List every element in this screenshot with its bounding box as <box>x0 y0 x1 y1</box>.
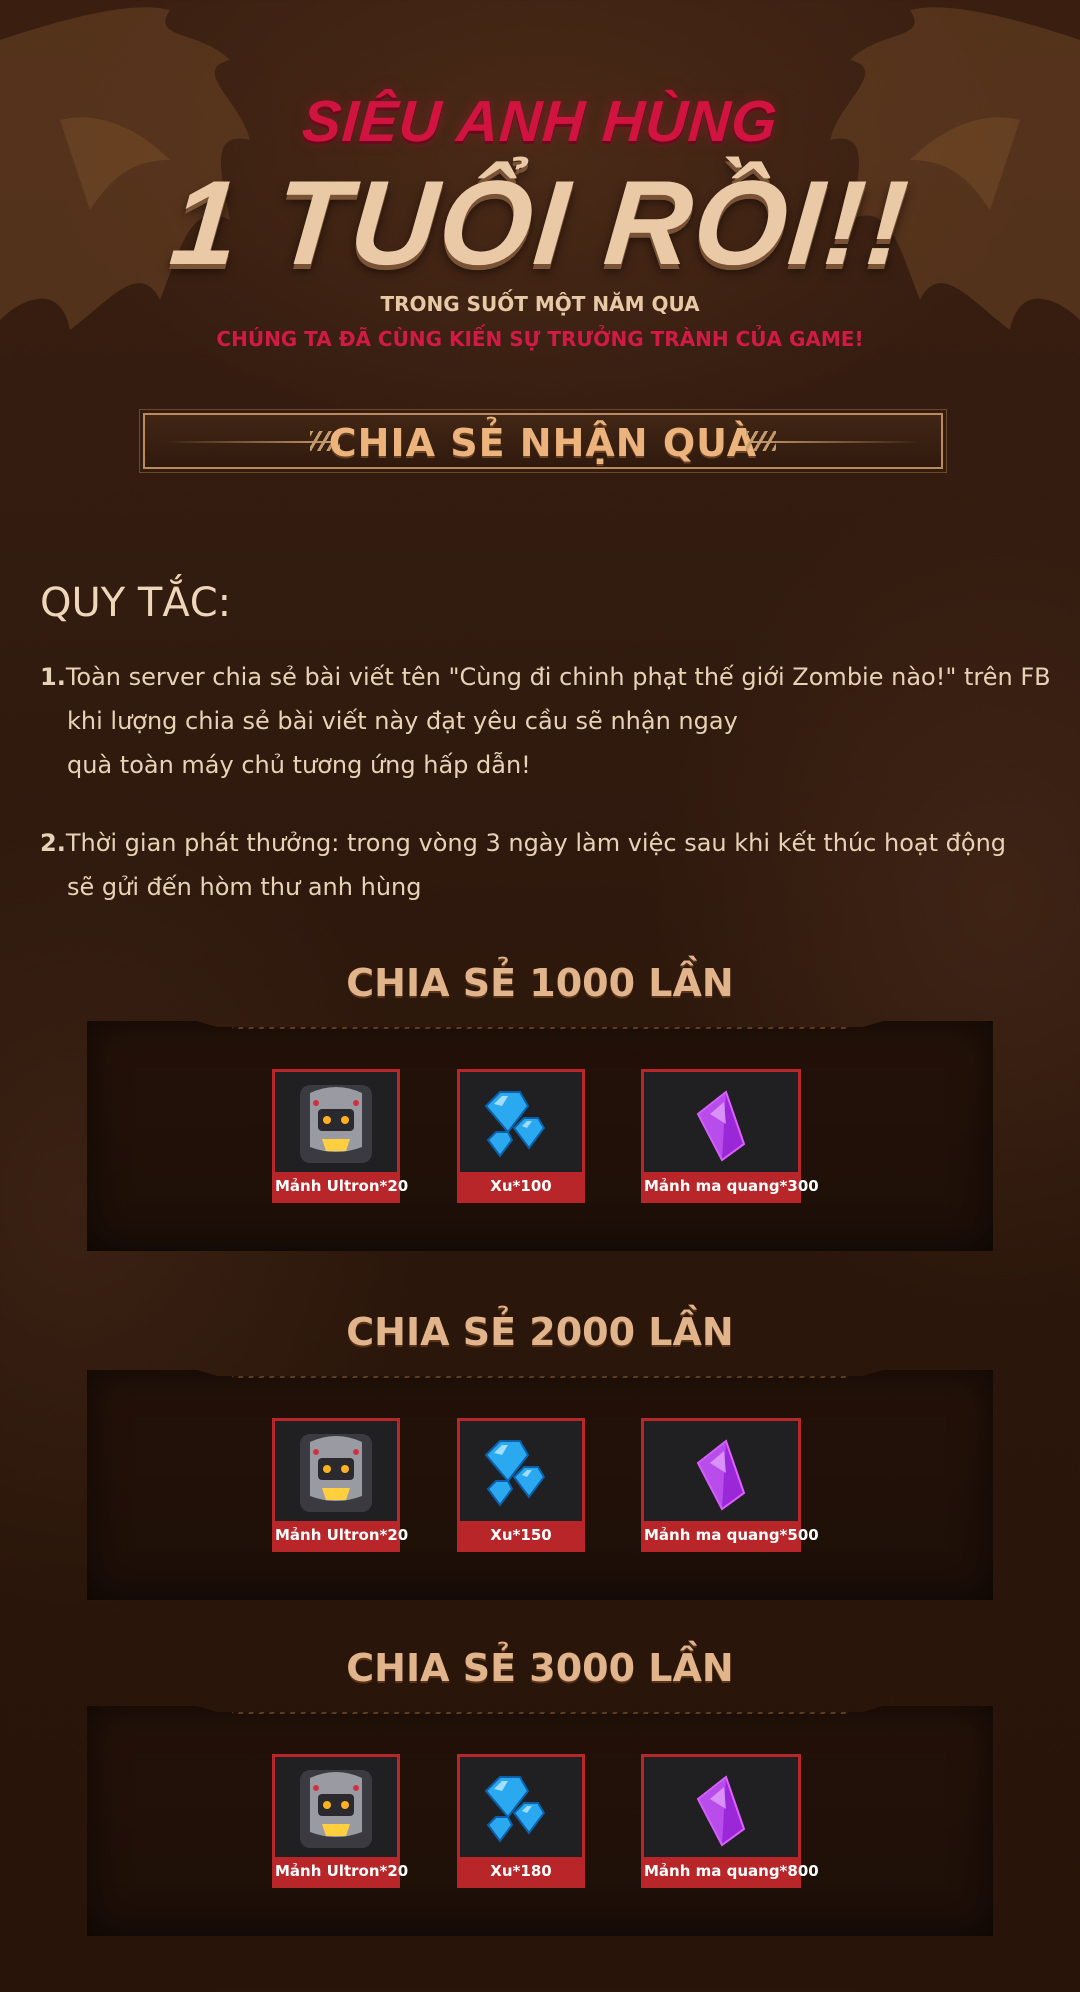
reward-item[interactable]: Mảnh Ultron*20 <box>272 1754 408 1888</box>
reward-panel: Mảnh Ultron*20 Xu*150 Mảnh ma quang*500 <box>87 1370 993 1600</box>
reward-item[interactable]: Mảnh ma quang*300 <box>641 1069 819 1203</box>
purple-crystal-icon <box>644 1427 798 1519</box>
tier-title: CHIA SẺ 2000 LẦN <box>346 1310 734 1354</box>
event-title-main: 1 TUỔI RỒI!! <box>165 156 915 290</box>
banner-decor-line <box>751 441 921 443</box>
rule-text-line: Toàn server chia sẻ bài viết tên "Cùng đ… <box>65 663 1051 691</box>
blue-gems-icon <box>460 1763 582 1855</box>
event-subtitle-1: TRONG SUỐT MỘT NĂM QUA <box>380 292 700 316</box>
rule-number: 2. <box>40 829 66 857</box>
reward-panel: Mảnh Ultron*20 Xu*180 Mảnh ma quang*800 <box>87 1706 993 1936</box>
rule-item: 2.Thời gian phát thưởng: trong vòng 3 ng… <box>40 821 1050 909</box>
share-reward-banner[interactable]: CHIA SẺ NHẬN QUÀ <box>139 409 947 473</box>
reward-item[interactable]: Mảnh Ultron*20 <box>272 1069 408 1203</box>
rule-item: 1.Toàn server chia sẻ bài viết tên "Cùng… <box>40 655 1051 787</box>
robot-icon <box>275 1427 397 1519</box>
purple-crystal-icon <box>644 1763 798 1855</box>
rule-text-line: quà toàn máy chủ tương ứng hấp dẫn! <box>67 751 531 779</box>
reward-item[interactable]: Mảnh Ultron*20 <box>272 1418 408 1552</box>
panel-decor-stripe <box>232 1706 848 1714</box>
rule-text-line: Thời gian phát thưởng: trong vòng 3 ngày… <box>65 829 1007 857</box>
event-title-top: SIÊU ANH HÙNG <box>300 89 780 154</box>
reward-name: Mảnh Ultron*20 <box>275 1172 408 1200</box>
reward-item[interactable]: Mảnh ma quang*800 <box>641 1754 819 1888</box>
reward-item[interactable]: Xu*100 <box>457 1069 585 1203</box>
robot-icon <box>275 1763 397 1855</box>
reward-item[interactable]: Xu*180 <box>457 1754 585 1888</box>
rule-text-line: khi lượng chia sẻ bài viết này đạt yêu c… <box>67 707 738 735</box>
reward-name: Mảnh ma quang*800 <box>644 1857 819 1885</box>
purple-crystal-icon <box>644 1078 798 1170</box>
rule-number: 1. <box>40 663 66 691</box>
event-subtitle-2: CHÚNG TA ĐÃ CÙNG KIẾN SỰ TRƯỞNG TRÀNH CỦ… <box>216 327 864 351</box>
reward-name: Mảnh Ultron*20 <box>275 1857 408 1885</box>
reward-name: Mảnh ma quang*500 <box>644 1521 819 1549</box>
robot-icon <box>275 1078 397 1170</box>
rules-heading: QUY TẮC: <box>40 580 232 626</box>
blue-gems-icon <box>460 1078 582 1170</box>
tier-title: CHIA SẺ 1000 LẦN <box>346 961 734 1005</box>
tier-title: CHIA SẺ 3000 LẦN <box>346 1646 734 1690</box>
reward-name: Mảnh ma quang*300 <box>644 1172 819 1200</box>
share-reward-label: CHIA SẺ NHẬN QUÀ <box>328 421 758 465</box>
reward-name: Xu*180 <box>460 1857 582 1885</box>
reward-name: Xu*150 <box>460 1521 582 1549</box>
panel-decor-stripe <box>232 1021 848 1029</box>
reward-panel: Mảnh Ultron*20 Xu*100 Mảnh ma quang*300 <box>87 1021 993 1251</box>
panel-decor-stripe <box>232 1370 848 1378</box>
reward-name: Mảnh Ultron*20 <box>275 1521 408 1549</box>
blue-gems-icon <box>460 1427 582 1519</box>
rule-text-line: sẽ gửi đến hòm thư anh hùng <box>67 873 422 901</box>
reward-name: Xu*100 <box>460 1172 582 1200</box>
reward-item[interactable]: Mảnh ma quang*500 <box>641 1418 819 1552</box>
reward-item[interactable]: Xu*150 <box>457 1418 585 1552</box>
